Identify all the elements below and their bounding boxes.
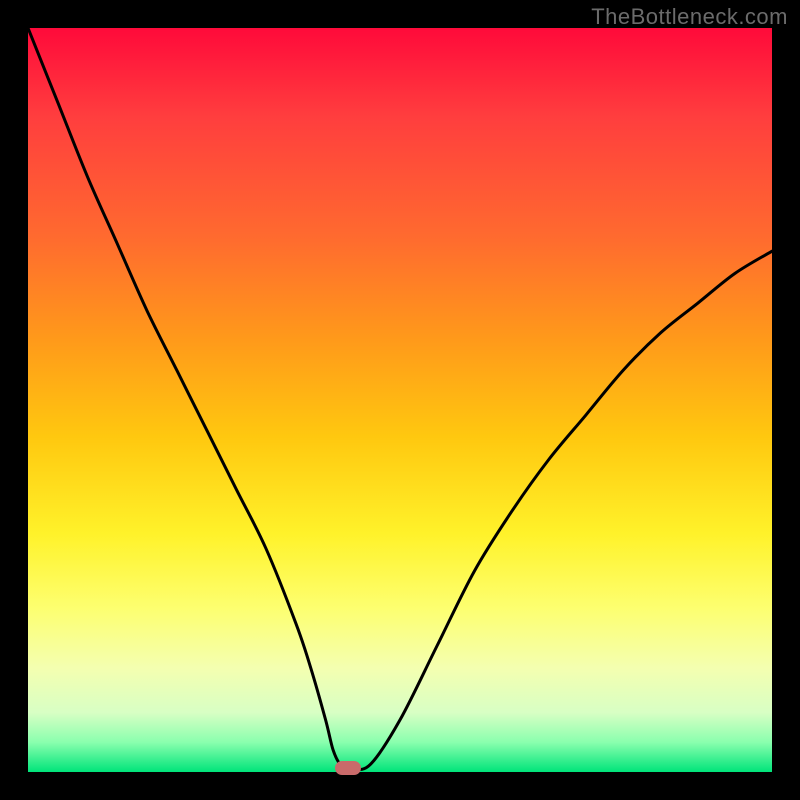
watermark-text: TheBottleneck.com <box>591 4 788 30</box>
chart-frame: TheBottleneck.com <box>0 0 800 800</box>
bottleneck-curve <box>28 28 772 772</box>
plot-area <box>28 28 772 772</box>
minimum-marker <box>335 761 361 775</box>
